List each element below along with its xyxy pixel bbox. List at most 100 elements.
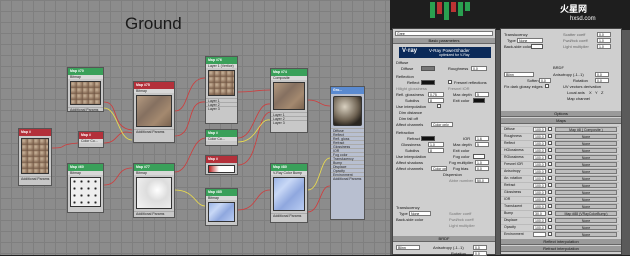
maps-rollout[interactable]: Maps (501, 118, 621, 124)
max-depth-field[interactable]: 5 (475, 92, 489, 97)
map-enable-checkbox[interactable] (548, 197, 552, 201)
node-header[interactable]: Map # (206, 156, 237, 163)
map-enable-checkbox[interactable] (548, 225, 552, 229)
map-slot-button[interactable]: None (555, 134, 617, 139)
map-slot-button[interactable]: None (555, 218, 617, 223)
node-header[interactable]: Map #74 (271, 69, 307, 76)
map-slot-button[interactable]: None (555, 225, 617, 230)
map-slot-button[interactable]: None (555, 190, 617, 195)
use-interp-checkbox[interactable] (437, 104, 441, 108)
map-amount-field[interactable]: 100.0 (533, 190, 546, 195)
node-map60[interactable]: Map #60 Bitmap (67, 163, 104, 213)
rotation-field[interactable]: 0.0 (473, 251, 487, 256)
map-amount-field[interactable]: 100.0 (533, 148, 546, 153)
brdf-type-select[interactable]: Blinn (396, 245, 420, 250)
map-slot-button[interactable]: None (555, 169, 617, 174)
refr-affect-channels-select[interactable]: Color only (431, 166, 447, 171)
map-amount-field[interactable]: 100.0 (533, 169, 546, 174)
node-map75[interactable]: Map #75 Bitmap Additional Params (133, 81, 175, 143)
glossiness-field[interactable]: 1.0 (428, 142, 444, 147)
map-enable-checkbox[interactable] (548, 218, 552, 222)
map-slot-button[interactable]: None (555, 162, 617, 167)
brdf-type-select[interactable]: Blinn (504, 72, 534, 77)
ior-field[interactable]: 1.6 (475, 136, 489, 141)
fwd-bck-field[interactable]: 1.0 (597, 38, 611, 43)
axis-y[interactable]: Y (595, 90, 598, 95)
map-slot-button[interactable]: None (555, 148, 617, 153)
material-slot[interactable]: Additional Params (331, 176, 364, 181)
map-slot-button[interactable]: Map #8 ( Composite ) (555, 127, 617, 132)
fog-bias-field[interactable]: 0.0 (475, 166, 489, 171)
map-amount-field[interactable]: 100.0 (533, 162, 546, 167)
node-header[interactable]: Map # (19, 129, 51, 136)
node-color-correct-2[interactable]: Map # Color Co... (205, 129, 238, 146)
map-slot-button[interactable]: None (555, 197, 617, 202)
map-slot-button[interactable]: None (555, 204, 617, 209)
map-slot-button[interactable]: None (555, 232, 617, 237)
fix-dark-checkbox[interactable] (545, 84, 549, 88)
map-slot-button[interactable]: None (555, 176, 617, 181)
node-map74[interactable]: Map #74 Composite Layer 1 Layer 2 Layer … (270, 68, 308, 133)
slate-material-editor-canvas[interactable]: Ground Map #70 Bitmap Additional Params … (0, 0, 390, 255)
translucency-type-select[interactable]: None (517, 38, 543, 43)
node-mix[interactable]: Map # (205, 155, 238, 175)
map-amount-field[interactable]: 100.0 (533, 176, 546, 181)
scatter-field[interactable]: 0.0 (597, 32, 611, 37)
map-enable-checkbox[interactable] (548, 169, 552, 173)
node-map-red[interactable]: Map # Additional Params (18, 128, 52, 186)
map-enable-checkbox[interactable] (548, 211, 552, 215)
material-name-field[interactable]: Gree (395, 31, 493, 36)
layer-slot[interactable]: Layer 3 (206, 106, 237, 111)
rotation-field[interactable]: 0.0 (595, 78, 609, 83)
map-slot-button[interactable]: None (555, 141, 617, 146)
map-amount-field[interactable]: 100.0 (533, 141, 546, 146)
subdivs-field[interactable]: 8 (428, 98, 444, 103)
node-material[interactable]: Gro... Diffuse Reflect Refl. gloss Refra… (330, 86, 365, 220)
map-enable-checkbox[interactable] (548, 141, 552, 145)
roughness-field[interactable]: 0.0 (471, 66, 487, 71)
map-enable-checkbox[interactable] (548, 176, 552, 180)
refl-gloss-field[interactable]: 0.75 (428, 92, 444, 97)
node-header[interactable]: Map #60 (68, 164, 103, 171)
node-color-correct-1[interactable]: Map # Color Co... (78, 131, 104, 148)
map-enable-checkbox[interactable] (548, 134, 552, 138)
fresnel-checkbox[interactable] (448, 80, 452, 84)
node-header[interactable]: Map #80 (271, 164, 307, 171)
map-enable-checkbox[interactable] (548, 204, 552, 208)
refract-swatch[interactable] (421, 136, 435, 141)
options-rollout[interactable]: Options (501, 111, 621, 117)
refract-interp-rollout[interactable]: Refract interpolation (501, 246, 621, 252)
map-amount-field[interactable]: 30.0 (533, 211, 546, 216)
affect-channels-select[interactable]: Color only (431, 122, 453, 127)
soften-field[interactable]: 0.0 (539, 78, 551, 83)
axis-x[interactable]: X (589, 90, 592, 95)
map-enable-checkbox[interactable] (548, 183, 552, 187)
refr-subdivs-field[interactable]: 8 (428, 148, 444, 153)
light-mult-field[interactable]: 1.0 (597, 44, 611, 49)
refr-max-depth-field[interactable]: 5 (475, 142, 489, 147)
node-map85[interactable]: Map #85 Bitmap (205, 188, 238, 226)
back-side-swatch[interactable] (531, 44, 543, 49)
anisotropy-field[interactable]: 0.0 (473, 245, 487, 250)
abbe-field[interactable]: 50.0 (475, 178, 489, 183)
reflect-swatch[interactable] (421, 80, 435, 85)
exit-color-swatch[interactable] (473, 98, 485, 103)
diffuse-swatch[interactable] (421, 66, 435, 71)
fog-color-swatch[interactable] (473, 154, 485, 159)
map-enable-checkbox[interactable] (548, 190, 552, 194)
node-header[interactable]: Map #77 (134, 164, 174, 171)
map-amount-field[interactable]: 100.0 (533, 204, 546, 209)
map-enable-checkbox[interactable] (548, 148, 552, 152)
axis-z[interactable]: Z (601, 90, 603, 95)
map-enable-checkbox[interactable] (548, 127, 552, 131)
map-amount-field[interactable] (533, 232, 546, 237)
reflect-interp-rollout[interactable]: Reflect interpolation (501, 239, 621, 245)
map-slot-button[interactable]: None (555, 155, 617, 160)
map-enable-checkbox[interactable] (548, 162, 552, 166)
node-map76[interactable]: Map #76 Layer 1 (Vertice) Layer 1 Layer … (205, 56, 238, 124)
map-amount-field[interactable]: 100.0 (533, 197, 546, 202)
node-header[interactable]: Map #75 (134, 82, 174, 89)
map-slot-button[interactable]: None (555, 183, 617, 188)
layer-slot[interactable]: Layer 3 (271, 120, 307, 125)
basic-params-rollout[interactable]: Basic parameters (393, 38, 495, 44)
